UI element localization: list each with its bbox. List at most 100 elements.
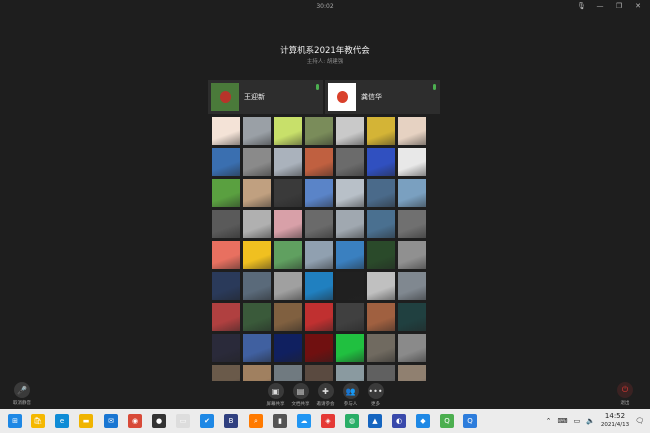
participant-tile[interactable] — [398, 117, 426, 145]
participant-tile[interactable] — [398, 210, 426, 238]
participant-tile[interactable] — [274, 365, 302, 381]
taskbar-app-blue-icon[interactable]: ▲ — [368, 414, 382, 428]
taskbar-app-bupt-icon[interactable]: B — [224, 414, 238, 428]
participant-tile[interactable] — [398, 148, 426, 176]
participant-tile[interactable] — [243, 365, 271, 381]
participant-tile[interactable] — [367, 303, 395, 331]
participant-tile[interactable] — [243, 148, 271, 176]
participant-tile[interactable] — [212, 117, 240, 145]
participant-tile[interactable] — [212, 334, 240, 362]
participant-tile[interactable] — [336, 179, 364, 207]
participant-tile[interactable] — [212, 303, 240, 331]
more-button[interactable]: ••• 更多 — [365, 383, 386, 407]
participant-tile[interactable] — [336, 148, 364, 176]
participant-tile[interactable] — [336, 272, 364, 300]
restore-icon[interactable]: ❐ — [615, 2, 623, 10]
participant-tile[interactable] — [398, 241, 426, 269]
minimize-icon[interactable]: — — [596, 2, 604, 10]
participant-tile[interactable] — [243, 210, 271, 238]
participant-tile[interactable] — [367, 148, 395, 176]
taskbar-explorer-icon[interactable]: ▬ — [79, 414, 93, 428]
participant-tile[interactable] — [305, 303, 333, 331]
taskbar-chrome-icon[interactable]: ◉ — [128, 414, 142, 428]
participant-tile[interactable] — [367, 241, 395, 269]
share-screen-button[interactable]: ▣ 屏幕共享 — [265, 383, 286, 407]
participant-tile[interactable] — [274, 117, 302, 145]
volume-icon[interactable]: 🔈 — [586, 417, 595, 425]
participant-tile[interactable] — [367, 272, 395, 300]
participant-tile[interactable] — [305, 179, 333, 207]
participant-tile[interactable] — [243, 272, 271, 300]
participant-tile[interactable] — [305, 365, 333, 381]
invite-button[interactable]: ✚ 邀请参会 — [315, 383, 336, 407]
taskbar-mail-icon[interactable]: ✉ — [104, 414, 118, 428]
taskbar-app-white-icon[interactable]: ▭ — [176, 414, 190, 428]
participant-tile[interactable] — [243, 117, 271, 145]
taskbar-app-dark-icon[interactable]: ● — [152, 414, 166, 428]
taskbar-app-chat-icon[interactable]: ◐ — [392, 414, 406, 428]
participant-tile[interactable] — [274, 210, 302, 238]
show-hidden-icons-icon[interactable]: ⌃ — [546, 417, 552, 425]
participant-tile[interactable] — [367, 179, 395, 207]
participant-tile[interactable] — [274, 272, 302, 300]
taskbar-app-meeting-icon[interactable]: Q — [463, 414, 477, 428]
participant-tile[interactable] — [398, 365, 426, 381]
system-clock[interactable]: 14:52 2021/4/13 — [601, 412, 629, 430]
participant-tile[interactable] — [243, 303, 271, 331]
taskbar-store-icon[interactable]: 🛍 — [31, 414, 45, 428]
participant-tile[interactable] — [212, 210, 240, 238]
taskbar-app-bar-icon[interactable]: ▮ — [273, 414, 287, 428]
participant-tile[interactable] — [212, 179, 240, 207]
participant-tile[interactable] — [336, 117, 364, 145]
network-icon[interactable]: ▭ — [574, 417, 581, 425]
participant-tile[interactable] — [274, 334, 302, 362]
participant-tile[interactable] — [212, 272, 240, 300]
keyboard-icon[interactable]: ⌨ — [557, 417, 567, 425]
participant-tile[interactable] — [243, 241, 271, 269]
taskbar-app-doc-icon[interactable]: ◆ — [416, 414, 430, 428]
participant-tile[interactable] — [398, 303, 426, 331]
participant-tile[interactable] — [212, 241, 240, 269]
participant-tile[interactable] — [305, 241, 333, 269]
participant-tile[interactable] — [398, 272, 426, 300]
participant-tile[interactable] — [336, 334, 364, 362]
share-document-button[interactable]: ▤ 文档共享 — [290, 383, 311, 407]
taskbar-edge-icon[interactable]: e — [55, 414, 69, 428]
participant-tile[interactable] — [274, 179, 302, 207]
participant-tile[interactable] — [212, 148, 240, 176]
participant-tile[interactable] — [243, 334, 271, 362]
participant-tile[interactable] — [243, 179, 271, 207]
participants-button[interactable]: 👥 参与人 — [340, 383, 361, 407]
participant-tile[interactable] — [274, 303, 302, 331]
active-speaker-tile[interactable]: 龚信华 — [325, 80, 440, 114]
active-speaker-tile[interactable]: 王迎新 — [208, 80, 323, 114]
participant-tile[interactable] — [305, 148, 333, 176]
participant-tile[interactable] — [367, 334, 395, 362]
notification-icon[interactable]: 🗨 — [635, 417, 644, 425]
taskbar-app-tick-icon[interactable]: ✔ — [200, 414, 214, 428]
participant-tile[interactable] — [274, 241, 302, 269]
participant-tile[interactable] — [367, 210, 395, 238]
participant-tile[interactable] — [305, 334, 333, 362]
participant-tile[interactable] — [367, 365, 395, 381]
taskbar-app-red-icon[interactable]: ◈ — [321, 414, 335, 428]
participant-tile[interactable] — [336, 241, 364, 269]
leave-button[interactable]: ⏻ 退出 — [612, 382, 638, 406]
mic-status-icon[interactable]: 🎙 — [577, 2, 586, 10]
participant-tile[interactable] — [336, 303, 364, 331]
participant-tile[interactable] — [336, 365, 364, 381]
participant-tile[interactable] — [212, 365, 240, 381]
participant-tile[interactable] — [398, 334, 426, 362]
taskbar-wechat-icon[interactable]: ◍ — [345, 414, 359, 428]
participant-tile[interactable] — [305, 272, 333, 300]
participant-tile[interactable] — [305, 210, 333, 238]
unmute-button[interactable]: 🎤 取消静音 — [12, 382, 32, 406]
taskbar-search-icon[interactable]: ⌕ — [249, 414, 263, 428]
taskbar-app-cloud-icon[interactable]: ☁ — [297, 414, 311, 428]
taskbar-start-icon[interactable]: ⊞ — [8, 414, 22, 428]
close-icon[interactable]: ✕ — [634, 2, 642, 10]
participant-tile[interactable] — [305, 117, 333, 145]
participant-tile[interactable] — [336, 210, 364, 238]
participant-tile[interactable] — [398, 179, 426, 207]
participant-tile[interactable] — [367, 117, 395, 145]
